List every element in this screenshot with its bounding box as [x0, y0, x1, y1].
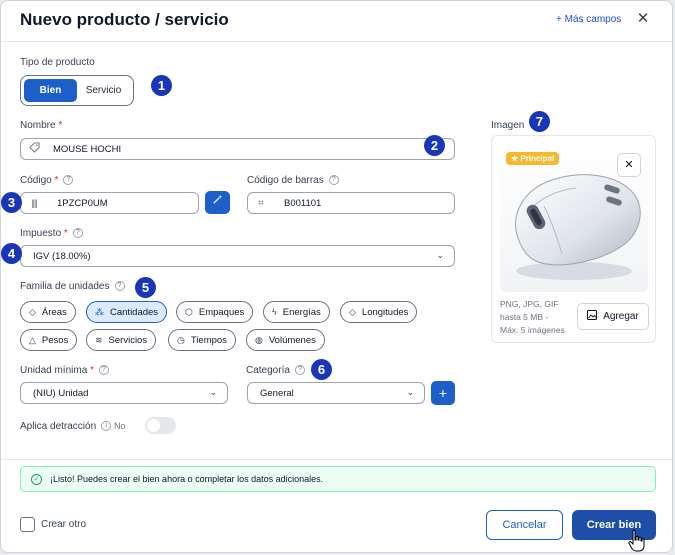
remove-image-icon[interactable]: ✕ [617, 153, 641, 177]
chip-areas[interactable]: ◇ Áreas [20, 301, 76, 323]
category-value: General [260, 387, 294, 399]
generate-code-button[interactable] [205, 191, 230, 214]
code-value: 1PZCP0UM [57, 197, 108, 209]
chevron-down-icon: ⌄ [406, 387, 414, 397]
chip-servicios[interactable]: ≋ Servicios [86, 329, 157, 351]
image-card: ★ Principal ✕ PNG, JPG, GIF hasta 5 MB -… [491, 135, 656, 343]
tax-label: Impuesto *? [20, 228, 83, 239]
principal-badge: ★ Principal [506, 152, 560, 165]
help-icon: ? [98, 365, 109, 376]
min-unit-label: Unidad mínima *? [20, 365, 109, 376]
product-type-label: Tipo de producto [20, 57, 95, 68]
code-input[interactable]: |||| 1PZCP0UM [20, 192, 199, 214]
image-icon [587, 310, 598, 323]
category-label: Categoría? [246, 365, 305, 376]
help-icon: ? [328, 175, 339, 186]
check-circle-icon: ✓ [31, 473, 42, 485]
step-badge-6: 6 [311, 359, 332, 380]
chip-cantidades[interactable]: ⁂ Cantidades [86, 301, 168, 323]
barcode-label: Código de barras? [247, 175, 339, 186]
name-label: Nombre * [20, 120, 63, 131]
success-alert: ✓ ¡Listo! Puedes crear el bien ahora o c… [20, 466, 656, 492]
ruler-icon: ◇ [349, 306, 356, 317]
add-image-label: Agregar [603, 311, 639, 322]
product-image: ★ Principal ✕ [500, 146, 648, 292]
tax-value: IGV (18.00%) [33, 250, 91, 262]
min-unit-select[interactable]: (NIU) Unidad ⌄ [20, 382, 228, 404]
name-value: MOUSE HOCHI [53, 143, 122, 155]
clock-icon: ◷ [177, 334, 185, 345]
barcode-value: B001101 [284, 197, 322, 209]
step-badge-5: 5 [135, 277, 156, 298]
chip-tiempos[interactable]: ◷ Tiempos [168, 329, 236, 351]
new-product-modal: Nuevo producto / servicio + Más campos ✕… [0, 0, 673, 553]
detraction-label: Aplica detracción i No [20, 421, 126, 432]
ruler-icon: ◇ [29, 306, 36, 317]
chip-volumenes[interactable]: ◍ Volúmenes [246, 329, 325, 351]
help-icon: ? [63, 175, 74, 186]
chip-pesos[interactable]: △ Pesos [20, 329, 78, 351]
droplet-icon: ◍ [255, 334, 263, 345]
boxes-icon: ⁂ [95, 306, 104, 317]
chevron-down-icon: ⌄ [436, 250, 444, 260]
category-select[interactable]: General ⌄ [247, 382, 425, 404]
detraction-toggle[interactable] [145, 417, 176, 434]
tax-select[interactable]: IGV (18.00%) ⌄ [20, 245, 455, 267]
chip-energias[interactable]: ϟ Energías [263, 301, 330, 323]
scan-icon: ⌗ [258, 197, 264, 209]
alert-text: ¡Listo! Puedes crear el bien ahora o com… [50, 474, 324, 484]
close-icon[interactable]: ✕ [635, 10, 651, 28]
units-family-label: Familia de unidades? [20, 281, 125, 292]
modal-title: Nuevo producto / servicio [20, 10, 229, 29]
cancel-button[interactable]: Cancelar [486, 510, 563, 540]
create-another-checkbox[interactable] [20, 517, 35, 532]
weight-icon: △ [29, 334, 36, 345]
chevron-down-icon: ⌄ [209, 387, 217, 397]
footer-divider [1, 459, 672, 460]
add-image-button[interactable]: Agregar [577, 303, 649, 330]
step-badge-2: 2 [424, 135, 445, 156]
product-type-servicio[interactable]: Servicio [77, 79, 130, 102]
info-icon: i [101, 421, 112, 432]
help-icon: ? [72, 228, 83, 239]
add-category-button[interactable]: + [431, 381, 455, 405]
layers-icon: ≋ [95, 334, 103, 345]
image-label: Imagen [491, 120, 525, 131]
step-badge-4: 4 [1, 243, 22, 264]
tag-icon [23, 142, 45, 156]
help-icon: ? [114, 281, 125, 292]
detraction-state: No [113, 421, 126, 431]
product-type-segmented: Bien Servicio [20, 75, 134, 106]
barcode-icon: |||| [31, 198, 37, 208]
bolt-icon: ϟ [272, 307, 277, 317]
step-badge-7: 7 [529, 111, 550, 132]
code-label: Código *? [20, 175, 74, 186]
chip-empaques[interactable]: ⬡ Empaques [176, 301, 254, 323]
barcode-input[interactable]: ⌗ B001101 [247, 192, 455, 214]
image-note: PNG, JPG, GIF hasta 5 MB - Máx. 5 imágen… [500, 299, 565, 335]
chip-longitudes[interactable]: ◇ Longitudes [340, 301, 418, 323]
modal-header: Nuevo producto / servicio + Más campos ✕ [1, 1, 672, 42]
hand-cursor-icon [628, 529, 645, 552]
step-badge-3: 3 [1, 192, 22, 213]
more-fields-link[interactable]: + Más campos [556, 14, 621, 25]
help-icon: ? [294, 365, 305, 376]
min-unit-value: (NIU) Unidad [33, 387, 89, 399]
name-input[interactable]: MOUSE HOCHI [20, 138, 455, 160]
create-another-label: Crear otro [41, 519, 87, 530]
step-badge-1: 1 [151, 75, 172, 96]
product-type-bien[interactable]: Bien [24, 79, 77, 102]
package-icon: ⬡ [185, 306, 193, 317]
